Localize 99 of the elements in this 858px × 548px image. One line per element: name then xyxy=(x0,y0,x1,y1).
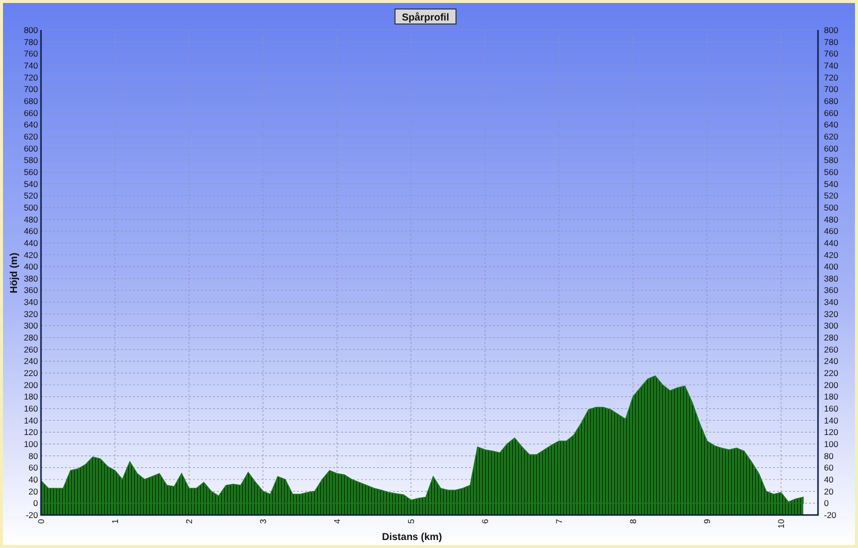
y-tick-label: 400 xyxy=(824,262,838,272)
y-tick-label: 120 xyxy=(24,427,38,438)
y-tick-label: 220 xyxy=(824,368,838,378)
y-tick-label: 20 xyxy=(28,486,38,496)
y-tick-label: 720 xyxy=(24,72,38,82)
y-tick-label: 440 xyxy=(24,238,38,248)
y-tick-label: 480 xyxy=(824,214,838,224)
y-tick-label: 800 xyxy=(824,25,838,35)
y-tick-label: 160 xyxy=(24,404,38,414)
y-tick-label: 300 xyxy=(24,320,38,331)
y-tick-label: -20 xyxy=(26,510,38,520)
x-axis-title: Distans (km) xyxy=(382,532,442,543)
x-tick-label: 9 xyxy=(702,519,712,524)
y-tick-label: 240 xyxy=(824,356,838,366)
y-tick-label: 380 xyxy=(824,273,838,284)
y-tick-label: 660 xyxy=(24,108,38,118)
y-tick-label: 200 xyxy=(24,380,38,390)
y-tick-label: 540 xyxy=(824,178,838,189)
y-tick-label: 500 xyxy=(24,202,38,212)
y-tick-label: 20 xyxy=(824,486,834,496)
y-tick-label: 800 xyxy=(24,25,38,35)
y-tick-label: 0 xyxy=(824,498,829,508)
y-tick-label: 380 xyxy=(24,273,38,284)
y-tick-label: 80 xyxy=(824,450,834,461)
y-tick-label: 700 xyxy=(824,84,838,94)
y-tick-label: -20 xyxy=(824,510,836,520)
y-tick-label: 360 xyxy=(24,285,38,296)
y-tick-label: 460 xyxy=(24,226,38,236)
y-tick-label: 760 xyxy=(824,48,838,59)
x-tick-label: 3 xyxy=(258,519,268,524)
y-tick-label: 200 xyxy=(824,380,838,390)
y-tick-label: 780 xyxy=(24,36,38,47)
x-tick-label: 10 xyxy=(776,519,786,528)
x-tick-label: 2 xyxy=(184,519,194,524)
y-tick-label: 560 xyxy=(824,166,838,177)
x-tick-label: 8 xyxy=(628,519,638,524)
y-tick-label: 180 xyxy=(24,392,38,402)
chart-title: Spårprofil xyxy=(402,12,450,24)
y-tick-label: 100 xyxy=(824,439,838,450)
y-tick-label: 720 xyxy=(824,72,838,82)
y-tick-label: 640 xyxy=(824,120,838,130)
y-tick-label: 100 xyxy=(24,439,38,450)
y-tick-label: 600 xyxy=(824,143,838,154)
y-tick-label: 160 xyxy=(824,404,838,414)
y-tick-label: 60 xyxy=(28,462,38,473)
y-tick-label: 280 xyxy=(24,332,38,343)
y-tick-label: 360 xyxy=(824,285,838,296)
y-tick-label: 780 xyxy=(824,36,838,47)
y-tick-label: 740 xyxy=(24,60,38,70)
y-tick-label: 260 xyxy=(24,344,38,354)
y-tick-label: 680 xyxy=(824,96,838,106)
y-tick-label: 260 xyxy=(824,344,838,354)
x-tick-label: 5 xyxy=(406,519,416,524)
y-tick-label: 320 xyxy=(824,308,838,319)
x-tick-label: 6 xyxy=(480,519,490,524)
y-tick-label: 320 xyxy=(24,308,38,319)
y-tick-label: 340 xyxy=(824,297,838,308)
x-tick-label: 0 xyxy=(36,519,46,524)
y-tick-label: 240 xyxy=(24,356,38,366)
y-tick-label: 420 xyxy=(24,250,38,260)
y-tick-label: 520 xyxy=(824,190,838,201)
y-tick-label: 40 xyxy=(824,474,834,484)
y-tick-label: 620 xyxy=(24,131,38,142)
chart-title: Spårprofil xyxy=(394,8,456,24)
y-tick-label: 140 xyxy=(824,415,838,426)
y-tick-label: 460 xyxy=(824,226,838,236)
y-tick-label: 680 xyxy=(24,96,38,106)
y-tick-label: 540 xyxy=(24,178,38,189)
y-tick-label: 0 xyxy=(33,498,38,508)
y-tick-label: 660 xyxy=(824,108,838,118)
y-tick-label: 400 xyxy=(24,262,38,272)
y-axis-title: Höjd (m) xyxy=(9,252,20,294)
x-tick-label: 1 xyxy=(110,519,120,524)
y-tick-label: 180 xyxy=(824,392,838,402)
y-tick-label: 620 xyxy=(824,131,838,142)
y-tick-label: 580 xyxy=(824,155,838,166)
y-tick-label: 40 xyxy=(28,474,38,484)
y-tick-label: 60 xyxy=(824,462,834,473)
y-tick-label: 580 xyxy=(24,155,38,166)
y-tick-label: 140 xyxy=(24,415,38,426)
x-tick-label: 7 xyxy=(554,519,564,524)
x-tick-label: 4 xyxy=(332,519,342,524)
y-tick-label: 440 xyxy=(824,238,838,248)
y-tick-label: 700 xyxy=(24,84,38,94)
y-tick-label: 740 xyxy=(824,60,838,70)
y-tick-label: 80 xyxy=(28,450,38,461)
y-tick-label: 500 xyxy=(824,202,838,212)
y-tick-label: 280 xyxy=(824,332,838,343)
y-tick-label: 420 xyxy=(824,250,838,260)
y-tick-label: 300 xyxy=(824,320,838,331)
y-tick-label: 560 xyxy=(24,166,38,177)
y-tick-label: 340 xyxy=(24,297,38,308)
y-tick-label: 480 xyxy=(24,214,38,224)
y-tick-label: 520 xyxy=(24,190,38,201)
y-tick-label: 120 xyxy=(824,427,838,438)
y-tick-label: 600 xyxy=(24,143,38,154)
y-tick-label: 220 xyxy=(24,368,38,378)
y-tick-label: 760 xyxy=(24,48,38,59)
y-tick-label: 640 xyxy=(24,120,38,130)
